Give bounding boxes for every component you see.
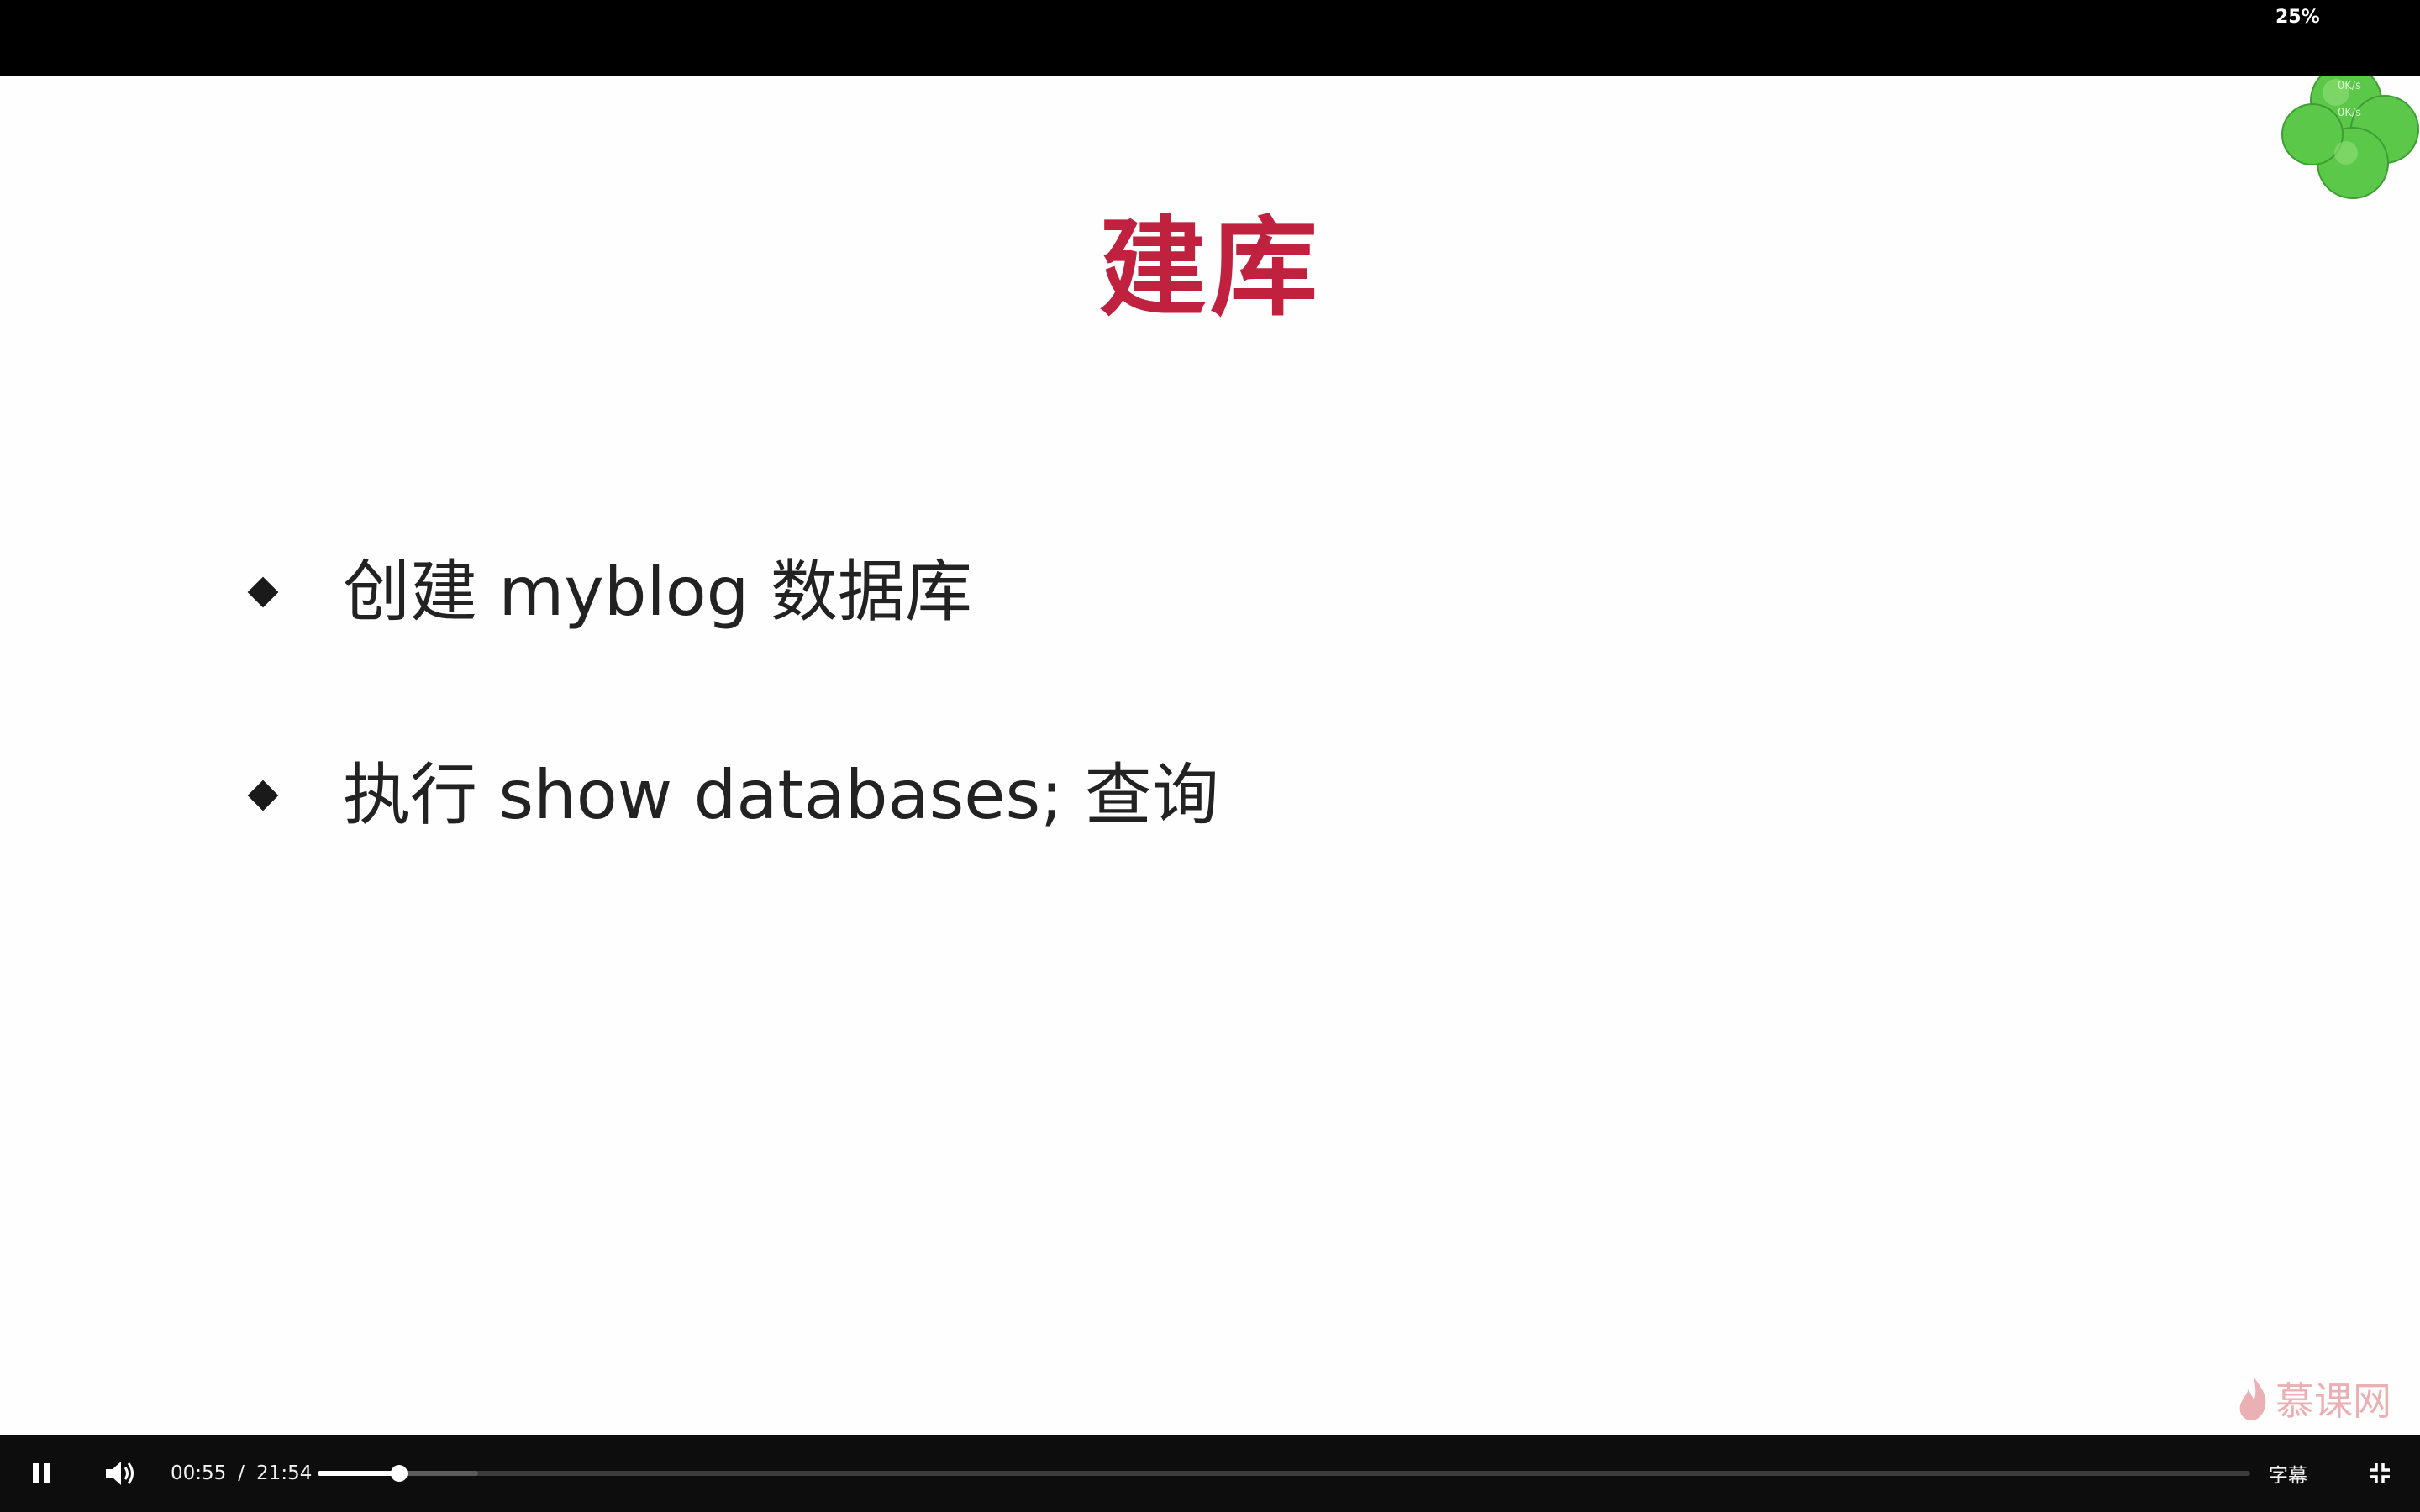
video-player-screen: 建库 创建 myblog 数据库 执行 show databases; 查询 慕… <box>0 0 2420 1512</box>
diamond-bullet-icon <box>247 780 279 811</box>
top-letterbox <box>0 0 2420 76</box>
total-time: 21:54 <box>256 1462 313 1484</box>
progress-track <box>318 1471 2250 1476</box>
exit-fullscreen-icon <box>2370 1463 2390 1483</box>
progress-thumb[interactable] <box>390 1465 408 1482</box>
time-separator: / <box>238 1462 245 1484</box>
subtitle-button[interactable]: 字幕 <box>2269 1435 2307 1512</box>
download-speed: 0K/s <box>2338 107 2361 119</box>
pause-button[interactable] <box>20 1435 62 1512</box>
bullet-text: 执行 show databases; 查询 <box>343 756 1219 834</box>
time-display: 00:55 / 21:54 <box>171 1435 312 1512</box>
slide-title: 建库 <box>1098 206 1321 331</box>
watermark-logo: 慕课网 <box>2237 1371 2391 1426</box>
slide-frame[interactable]: 建库 创建 myblog 数据库 执行 show databases; 查询 慕… <box>0 76 2420 1435</box>
bullet-item: 执行 show databases; 查询 <box>247 741 1219 850</box>
clover-network-widget[interactable] <box>2252 76 2420 244</box>
bullet-text: 创建 myblog 数据库 <box>343 553 972 631</box>
volume-button[interactable] <box>99 1435 143 1512</box>
flame-icon <box>2239 1377 2266 1420</box>
current-time: 00:55 <box>171 1462 227 1484</box>
progress-bar[interactable] <box>318 1465 2250 1482</box>
volume-icon <box>106 1462 134 1485</box>
exit-fullscreen-button[interactable] <box>2360 1435 2400 1512</box>
bullet-item: 创建 myblog 数据库 <box>247 538 972 647</box>
watermark-text: 慕课网 <box>2275 1378 2391 1424</box>
diamond-bullet-icon <box>247 576 279 608</box>
player-control-bar: 00:55 / 21:54 字幕 <box>0 1435 2420 1512</box>
clover-percent: 25% <box>2275 7 2320 28</box>
upload-speed: 0K/s <box>2338 80 2361 92</box>
pause-icon <box>33 1463 50 1483</box>
progress-played <box>318 1471 399 1476</box>
